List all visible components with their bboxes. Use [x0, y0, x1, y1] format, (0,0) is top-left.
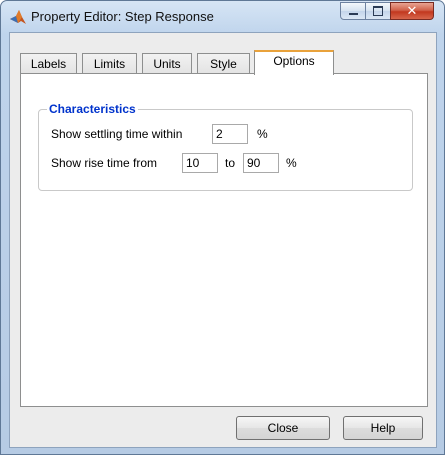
- rise-time-from-input[interactable]: 10: [182, 153, 218, 173]
- matlab-logo-icon: [10, 10, 26, 24]
- minimize-button[interactable]: [340, 2, 366, 20]
- rise-time-label: Show rise time from: [51, 156, 158, 170]
- settling-time-input[interactable]: 2: [212, 124, 248, 144]
- client-area: Labels Limits Units Style Options Charac…: [9, 32, 437, 448]
- help-button[interactable]: Help: [343, 416, 423, 440]
- window-title: Property Editor: Step Response: [31, 9, 214, 24]
- tab-options[interactable]: Options: [254, 50, 334, 75]
- property-editor-window: Property Editor: Step Response ✕ Labels …: [0, 0, 445, 455]
- settling-time-label: Show settling time within: [51, 127, 183, 141]
- rise-time-to-input[interactable]: 90: [243, 153, 279, 173]
- rise-unit: %: [286, 156, 297, 170]
- rise-time-to-label: to: [225, 156, 236, 170]
- minimize-icon: [348, 13, 358, 15]
- close-window-button[interactable]: ✕: [390, 2, 434, 20]
- tab-units[interactable]: Units: [142, 53, 192, 74]
- caption-buttons: ✕: [340, 2, 434, 22]
- tab-labels[interactable]: Labels: [20, 53, 77, 74]
- tab-limits[interactable]: Limits: [82, 53, 137, 74]
- maximize-icon: [373, 6, 383, 16]
- characteristics-group: Characteristics Show settling time withi…: [38, 102, 413, 191]
- maximize-button[interactable]: [365, 2, 391, 20]
- characteristics-title: Characteristics: [47, 102, 138, 116]
- tab-style[interactable]: Style: [197, 53, 250, 74]
- close-button[interactable]: Close: [236, 416, 330, 440]
- title-bar[interactable]: Property Editor: Step Response ✕: [1, 1, 446, 31]
- settling-unit: %: [257, 127, 268, 141]
- close-icon: ✕: [406, 3, 418, 19]
